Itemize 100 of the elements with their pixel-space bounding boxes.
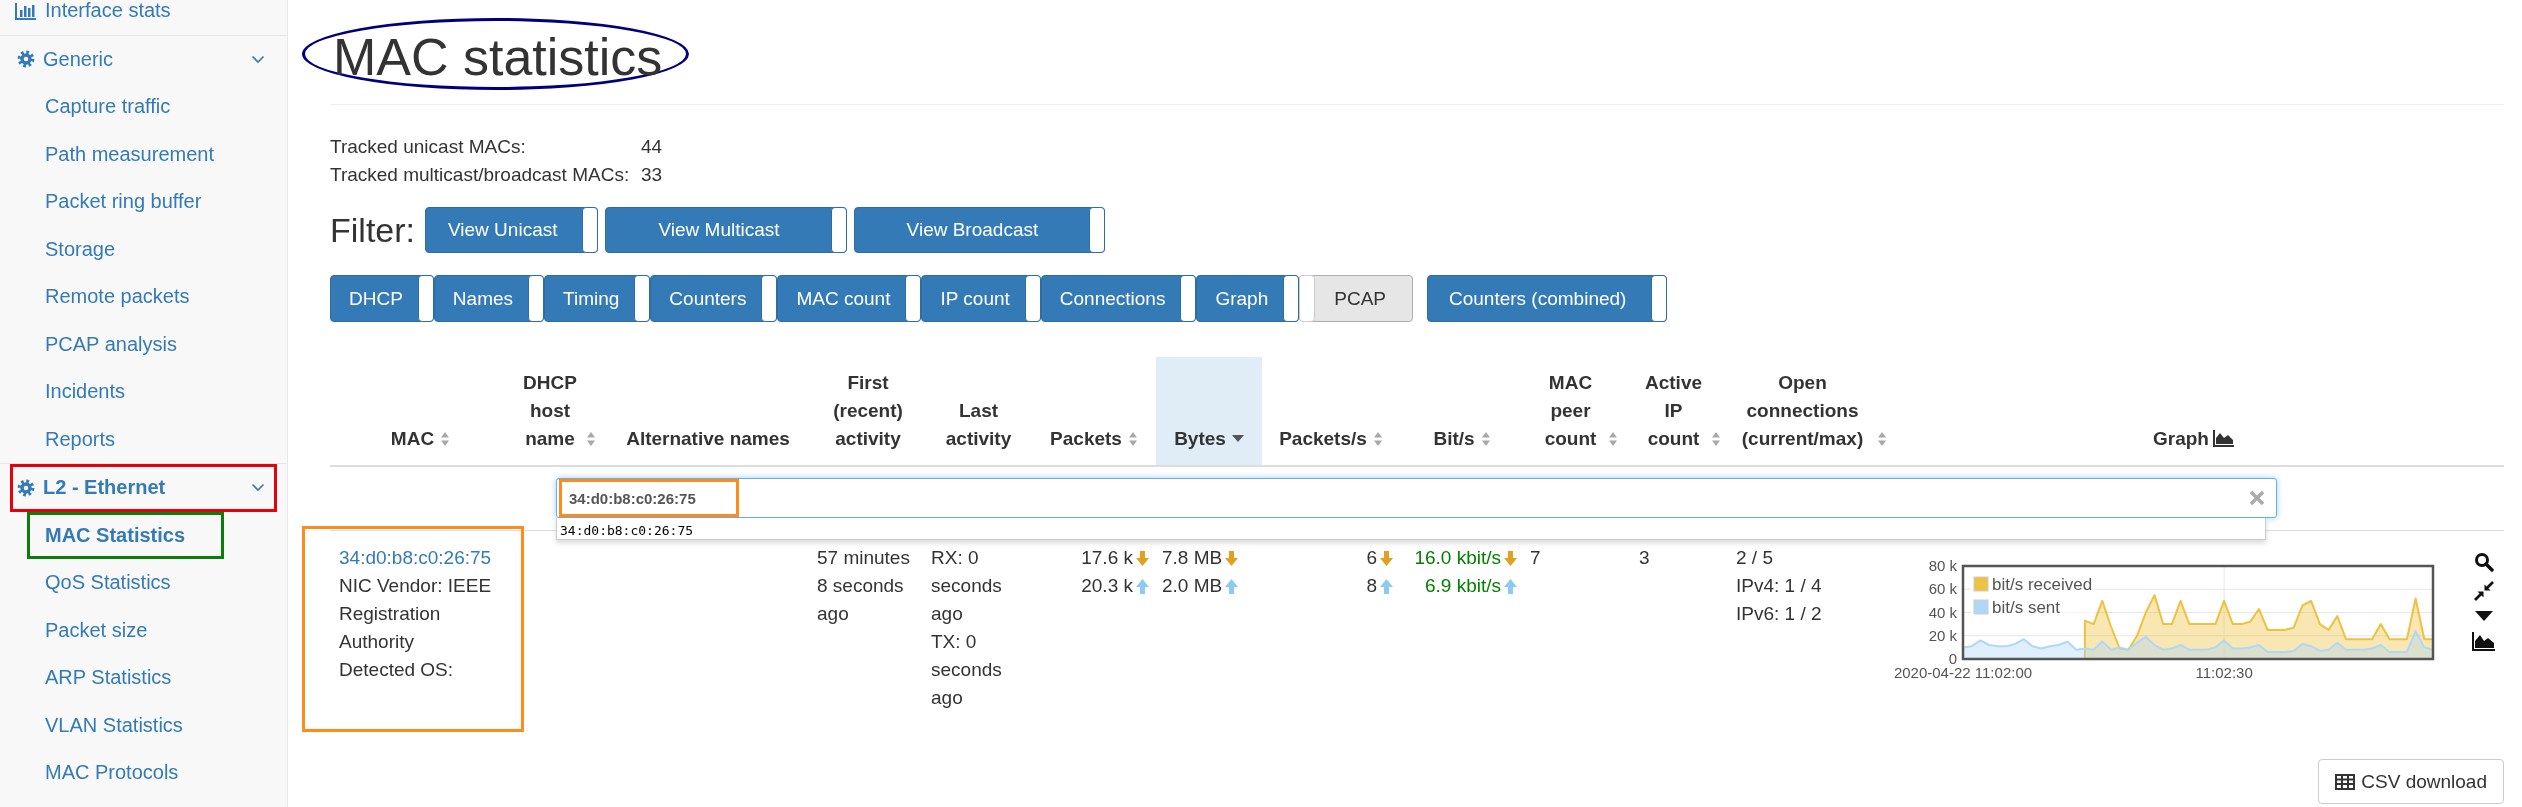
area-chart-icon[interactable] (2212, 429, 2235, 447)
detected-os: Detected OS: (339, 658, 454, 682)
search-field[interactable]: 34:d0:b8:c0:26:75 (556, 478, 2277, 518)
column-header[interactable]: Active IP count (1642, 369, 1705, 453)
sidebar-item[interactable]: Remote packets (0, 273, 287, 321)
connection-count: IPv6: 1 / 2 (1736, 602, 1823, 626)
arrow-down-icon (1135, 549, 1150, 567)
sort-icon[interactable] (440, 431, 451, 447)
sort-icon[interactable] (1127, 431, 1138, 447)
sidebar-item[interactable]: PCAP analysis (0, 320, 287, 368)
caret-down-icon[interactable] (1231, 435, 1244, 442)
sidebar-group-header[interactable]: L2 - Ethernet (10, 464, 277, 512)
packet-rate: 8 (1366, 574, 1377, 598)
column-toggle-button[interactable]: IP count (921, 275, 1041, 322)
arrow-down-icon (1503, 549, 1518, 567)
byte-count: 7.8 MB (1162, 546, 1223, 570)
packet-count: 20.3 k (1081, 574, 1133, 598)
bit-rate: 16.0 kbit/s (1414, 546, 1501, 570)
column-toggle-button[interactable]: Graph (1196, 275, 1300, 322)
gear-icon (17, 478, 35, 497)
packet-count: 17.6 k (1081, 546, 1133, 570)
column-toggle-button[interactable]: Counters (650, 275, 778, 322)
legend-label: bit/s received (1992, 575, 2093, 594)
arrow-down-icon (1379, 549, 1394, 567)
column-header[interactable]: Open connections (current/max) (1734, 369, 1871, 453)
filter-toggle-button[interactable]: View Multicast (605, 207, 847, 253)
sidebar-item[interactable]: VLAN Statistics (0, 701, 287, 749)
column-header[interactable]: Graph (2153, 425, 2209, 453)
axis-tick-label: 0 (1948, 650, 1957, 667)
search-icon[interactable] (2474, 552, 2494, 572)
axis-tick-label: 20 k (1928, 626, 1957, 644)
axis-tick-label: 40 k (1928, 603, 1957, 621)
filter-toggle-button[interactable]: View Unicast (425, 207, 599, 253)
sort-icon[interactable] (1372, 431, 1383, 447)
table-icon (2335, 773, 2356, 790)
sidebar-group-header[interactable]: Generic (0, 35, 287, 83)
column-header[interactable]: Last activity (938, 397, 1019, 453)
csv-download-button[interactable]: CSV download (2318, 759, 2504, 804)
column-toggle-button[interactable]: DHCP (330, 275, 434, 322)
chevron-down-icon[interactable] (251, 54, 265, 64)
sort-icon[interactable] (1607, 431, 1618, 447)
compress-arrows-icon[interactable] (2474, 581, 2494, 601)
column-toggle-button[interactable]: PCAP (1299, 275, 1413, 322)
byte-count: 2.0 MB (1162, 574, 1223, 598)
sidebar-item[interactable]: Interface stats (0, 0, 287, 35)
sidebar-item[interactable]: MAC Statistics (27, 511, 224, 559)
last-activity: TX: 0 seconds ago (931, 630, 1003, 710)
column-toggle-button[interactable]: Names (433, 275, 545, 322)
column-header[interactable]: MAC peer count (1539, 369, 1602, 453)
stat-value: 33 (641, 163, 663, 187)
column-header[interactable]: Packets/s (1279, 425, 1367, 453)
packet-rate: 6 (1366, 546, 1377, 570)
suggestion-item[interactable]: 34:d0:b8:c0:26:75 (557, 521, 694, 541)
clear-icon[interactable] (2249, 490, 2265, 506)
sort-icon[interactable] (1480, 431, 1491, 447)
bar-chart-icon (15, 1, 37, 20)
page-title: MAC statistics (302, 18, 690, 90)
chevron-down-icon[interactable] (251, 483, 265, 493)
column-header[interactable]: DHCP host name (520, 369, 580, 453)
sort-icon[interactable] (1710, 431, 1721, 447)
sort-icon[interactable] (1877, 431, 1887, 447)
connection-count: IPv4: 1 / 4 (1736, 574, 1823, 598)
sidebar-item[interactable]: Packet ring buffer (0, 178, 287, 226)
sidebar-item[interactable]: QoS Statistics (0, 559, 287, 607)
mac-peer-count: 7 (1529, 546, 1542, 570)
column-header[interactable]: Bytes (1174, 425, 1226, 453)
arrow-down-icon (1224, 549, 1240, 567)
column-toggle-button[interactable]: Counters (combined) (1427, 275, 1668, 322)
caret-down-icon[interactable] (2474, 610, 2494, 622)
sidebar-item[interactable]: Path measurement (0, 130, 287, 178)
nic-vendor: NIC Vendor: IEEE Registration Authority (339, 574, 493, 654)
column-header[interactable]: MAC (390, 425, 435, 453)
sidebar-item[interactable]: MAC Protocols (0, 749, 287, 797)
legend-label: bit/s sent (1992, 598, 2061, 617)
first-activity: 57 minutes 8 seconds ago (816, 546, 911, 626)
stat-value: 44 (641, 135, 663, 159)
sidebar-item[interactable]: Packet size (0, 606, 287, 654)
sidebar-item[interactable]: Incidents (0, 368, 287, 416)
column-header[interactable]: Bit/s (1433, 425, 1475, 453)
column-header[interactable]: Packets (1050, 425, 1122, 453)
last-activity: RX: 0 seconds ago (931, 546, 1003, 626)
column-header[interactable]: First (recent) activity (823, 369, 913, 453)
arrow-up-icon (1503, 577, 1518, 595)
column-header[interactable]: Alternative names (626, 425, 790, 453)
sidebar-item[interactable]: Capture traffic (0, 83, 287, 131)
column-toggle-button[interactable]: MAC count (777, 275, 922, 322)
axis-tick-label: 2020-04-22 11:02:00 (1893, 664, 2033, 681)
filter-toggle-button[interactable]: View Broadcast (853, 207, 1106, 253)
area-chart-icon[interactable] (2472, 631, 2496, 651)
axis-tick-label: 60 k (1928, 580, 1957, 598)
arrow-up-icon (1224, 577, 1240, 595)
sidebar-item[interactable]: Reports (0, 415, 287, 463)
sort-icon[interactable] (586, 431, 596, 447)
column-toggle-button[interactable]: Connections (1040, 275, 1197, 322)
mac-address-link[interactable]: 34:d0:b8:c0:26:75 (339, 544, 492, 572)
column-toggle-button[interactable]: Timing (544, 275, 651, 322)
sidebar-item[interactable]: Storage (0, 225, 287, 273)
arrow-up-icon (1135, 577, 1150, 595)
sidebar-item[interactable]: ARP Statistics (0, 654, 287, 702)
connection-count: 2 / 5 (1736, 546, 1774, 570)
